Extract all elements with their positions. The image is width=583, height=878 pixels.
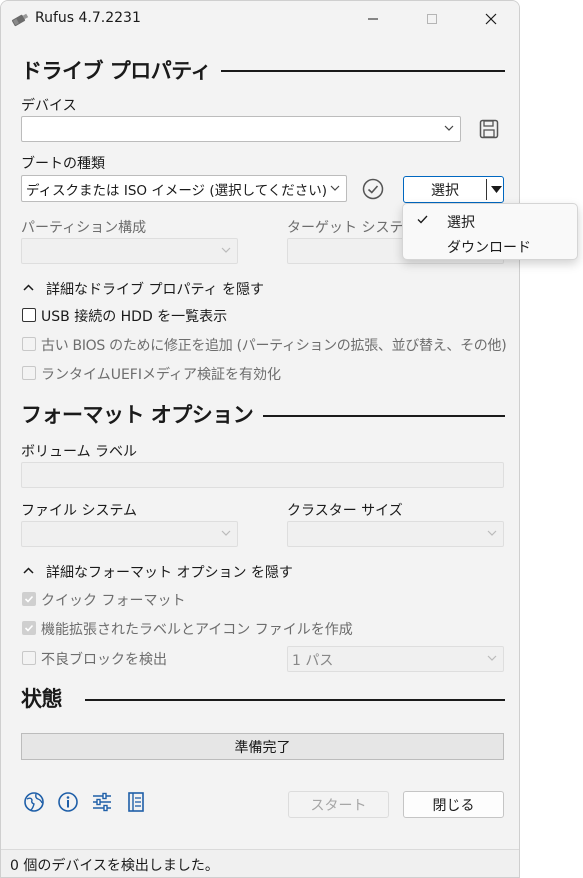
chevron-down-icon [487,530,497,536]
maximize-button[interactable] [409,1,455,37]
title-bar: Rufus 4.7.2231 [1,1,519,37]
device-select[interactable] [21,116,461,142]
select-button-label: 選択 [431,182,459,199]
minimize-icon [368,18,378,20]
check-circle-icon[interactable] [362,178,384,200]
old-bios-fixes-checkbox[interactable] [22,337,36,351]
volume-label-input[interactable] [21,462,504,488]
progress-bar: 準備完了 [21,733,504,760]
bad-blocks-checkbox[interactable] [22,651,36,665]
window-title: Rufus 4.7.2231 [35,10,141,26]
uefi-validation-checkbox[interactable] [22,366,36,380]
section-divider [239,415,505,417]
chevron-down-icon [487,655,497,661]
advanced-format-toggle-label: 詳細なフォーマット オプション を隠す [46,565,293,581]
log-icon[interactable] [125,791,147,813]
list-usb-hdd-checkbox[interactable] [22,308,36,322]
cluster-size-select[interactable] [287,521,504,547]
partition-scheme-select[interactable] [21,238,238,264]
status-heading: 状態 [21,683,72,713]
rufus-window: Rufus 4.7.2231 ドライブ プロパティ デバイス ブートの種類 ディ… [0,0,520,878]
list-usb-hdd-label: USB 接続の HDD を一覧表示 [41,309,228,325]
device-label: デバイス [21,98,77,114]
start-button[interactable]: スタート [288,791,389,818]
maximize-icon [427,14,437,24]
bad-blocks-label: 不良ブロックを検出 [41,652,167,668]
quick-format-label: クイック フォーマット [41,593,186,609]
start-button-label: スタート [310,797,367,814]
cluster-size-label: クラスター サイズ [287,503,403,519]
close-icon [485,13,497,25]
menu-item-select[interactable]: 選択 [403,208,579,233]
chevron-down-icon [221,530,231,536]
usb-drive-icon [11,13,29,27]
quick-format-checkbox[interactable] [22,592,36,606]
minimize-button[interactable] [350,1,396,37]
floppy-save-icon[interactable] [479,119,499,139]
old-bios-fixes-label: 古い BIOS のために修正を追加 (パーティションの拡張、並び替え、その他) [41,338,507,354]
checkmark-icon [417,215,428,224]
uefi-validation-label: ランタイムUEFIメディア検証を有効化 [41,367,282,383]
passes-value: 1 パス [292,653,334,669]
section-divider [85,699,505,701]
close-button[interactable]: 閉じる [403,791,504,818]
target-system-label: ターゲット システム [287,220,418,236]
format-options-heading: フォーマット オプション [21,399,264,429]
status-bar-text: 0 個のデバイスを検出しました。 [10,858,219,874]
bad-block-passes-select[interactable]: 1 パス [287,646,504,672]
section-divider [206,70,505,72]
checkmark-icon [24,624,34,632]
volume-label-label: ボリューム ラベル [21,444,138,460]
file-system-select[interactable] [21,521,238,547]
globe-icon[interactable] [23,791,45,813]
close-window-button[interactable] [468,1,514,37]
info-icon[interactable] [57,791,79,813]
boot-type-value: ディスクまたは ISO イメージ (選択してください) [26,183,328,199]
chevron-up-icon [23,284,34,291]
menu-item-select-label: 選択 [447,215,475,231]
menu-item-download-label: ダウンロード [447,240,531,256]
chevron-up-icon [23,567,34,574]
extended-label-label: 機能拡張されたラベルとアイコン ファイルを作成 [41,622,353,638]
sliders-icon[interactable] [91,791,113,813]
extended-label-checkbox[interactable] [22,621,36,635]
split-separator [486,179,487,200]
advanced-drive-toggle-label: 詳細なドライブ プロパティ を隠す [46,282,265,298]
status-bar: 0 個のデバイスを検出しました。 [1,849,519,877]
close-button-label: 閉じる [432,797,475,814]
progress-text: 準備完了 [234,739,291,756]
checkmark-icon [24,595,34,603]
file-system-label: ファイル システム [21,503,138,519]
select-image-button[interactable]: 選択 [403,176,504,203]
select-dropdown-menu: 選択 ダウンロード [402,203,578,260]
partition-scheme-label: パーティション構成 [21,220,147,236]
boot-type-select[interactable]: ディスクまたは ISO イメージ (選択してください) [21,175,347,202]
chevron-down-icon [330,185,340,191]
drive-properties-heading: ドライブ プロパティ [21,55,222,85]
boot-type-label: ブートの種類 [21,156,105,172]
dropdown-arrow-icon[interactable] [491,186,502,193]
chevron-down-icon [221,247,231,253]
chevron-down-icon [444,125,454,131]
menu-item-download[interactable]: ダウンロード [403,233,579,258]
